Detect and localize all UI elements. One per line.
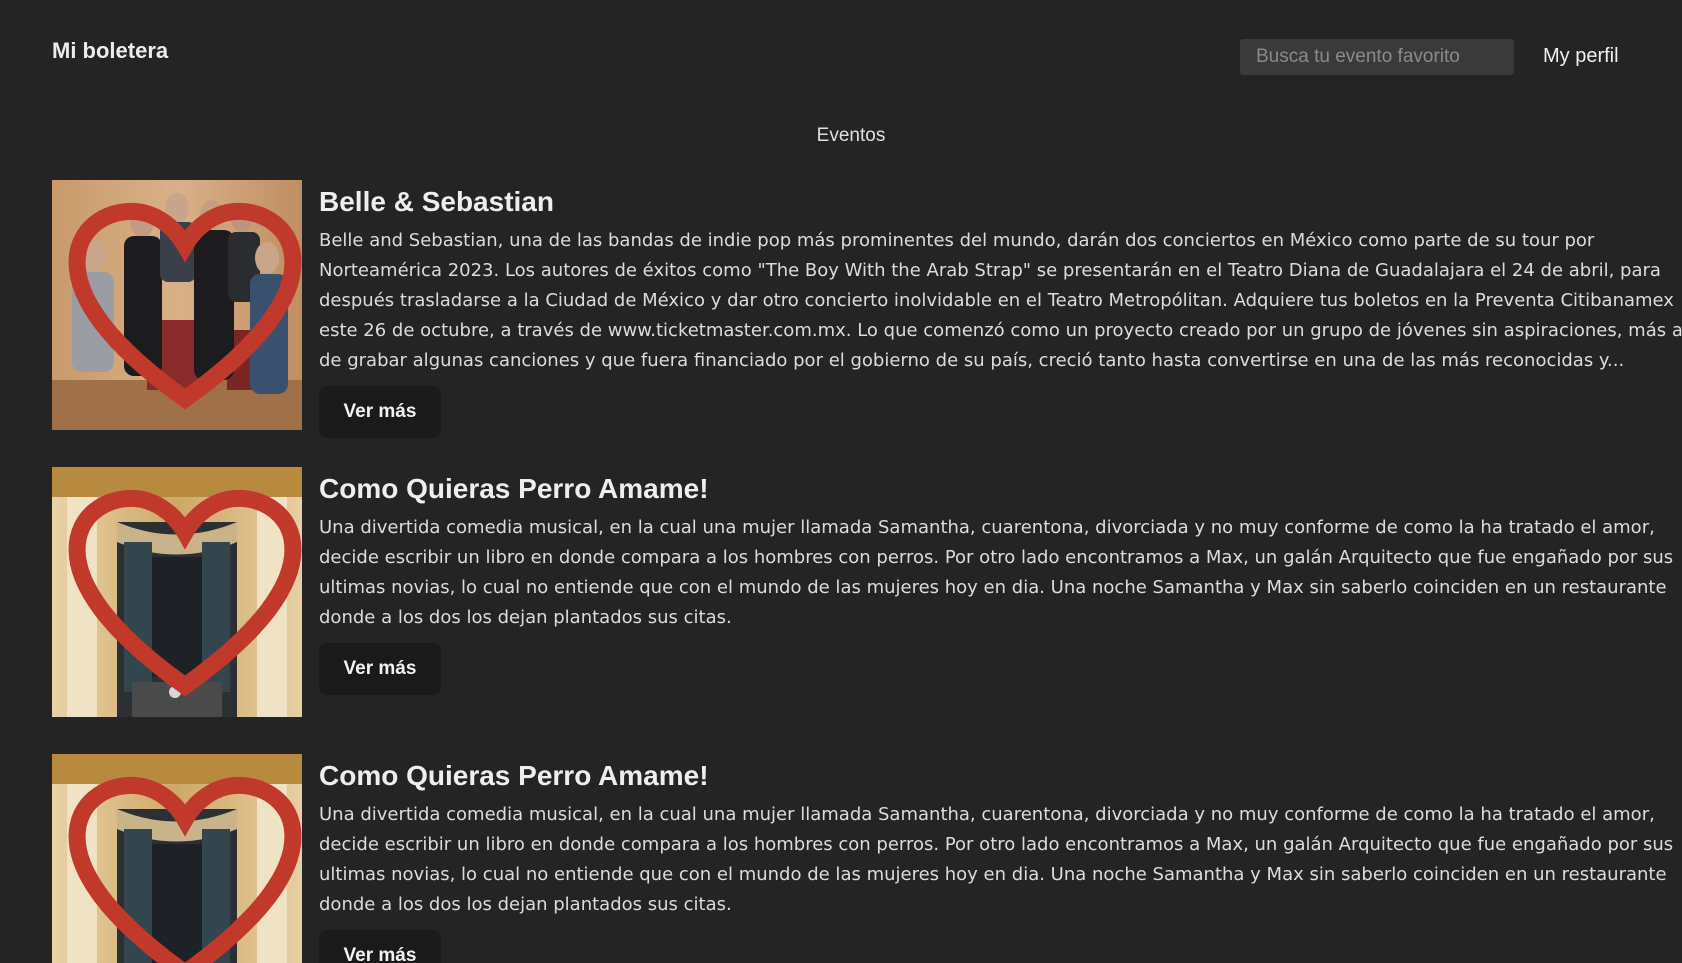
page: Mi boletera My perfil Eventos: [0, 0, 1682, 963]
event-card: Belle & Sebastian Belle and Sebastian, u…: [52, 180, 1682, 438]
event-image: [52, 754, 302, 963]
profile-link[interactable]: My perfil: [1543, 45, 1619, 68]
see-more-button[interactable]: Ver más: [319, 930, 441, 963]
event-info: Como Quieras Perro Amame! Una divertida …: [319, 467, 1682, 695]
brand-logo[interactable]: Mi boletera: [52, 38, 168, 64]
event-description: Belle and Sebastian, una de las bandas d…: [319, 230, 1682, 371]
event-title[interactable]: Belle & Sebastian: [319, 182, 1682, 222]
event-info: Belle & Sebastian Belle and Sebastian, u…: [319, 180, 1682, 438]
heart-icon[interactable]: [60, 183, 302, 430]
see-more-button[interactable]: Ver más: [319, 386, 441, 438]
event-image: [52, 467, 302, 717]
event-description: Una divertida comedia musical, en la cua…: [319, 517, 1674, 628]
event-description: Una divertida comedia musical, en la cua…: [319, 804, 1674, 915]
heart-icon[interactable]: [60, 757, 302, 963]
event-card: Como Quieras Perro Amame! Una divertida …: [52, 467, 1673, 717]
event-info: Como Quieras Perro Amame! Una divertida …: [319, 754, 1682, 963]
search-input[interactable]: [1240, 39, 1514, 75]
event-image: [52, 180, 302, 430]
section-title: Eventos: [816, 125, 886, 146]
heart-icon[interactable]: [60, 470, 302, 717]
event-title[interactable]: Como Quieras Perro Amame!: [319, 756, 1682, 796]
event-title[interactable]: Como Quieras Perro Amame!: [319, 469, 1682, 509]
event-card: Como Quieras Perro Amame! Una divertida …: [52, 754, 1673, 963]
see-more-button[interactable]: Ver más: [319, 643, 441, 695]
